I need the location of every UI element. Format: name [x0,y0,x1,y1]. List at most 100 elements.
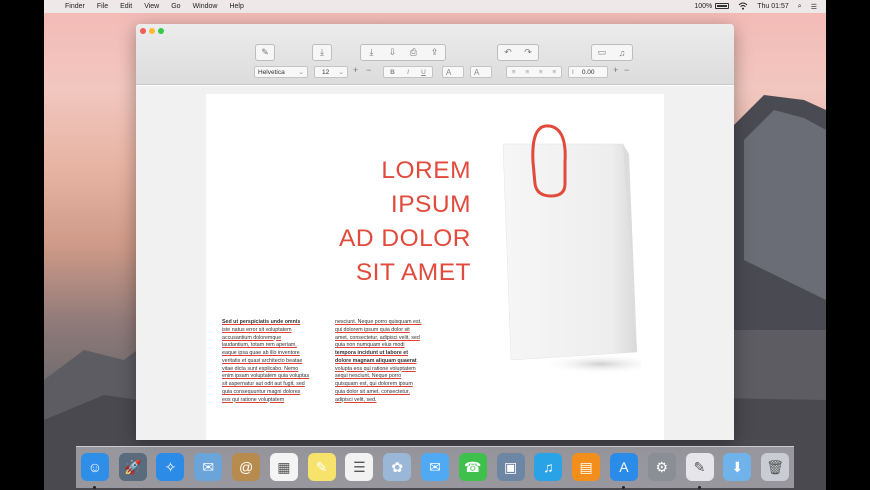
align-right-icon[interactable]: ≡ [539,69,543,76]
download-icon: ⤓ [320,47,324,57]
font-family-select[interactable]: Helvetica ⌄ [254,66,308,78]
body-text-line: eos qui ratione voluptatem [222,396,285,403]
window-toolbar: ✎ ⤓ ⤓ ⇩ ⎙ ⇪ ↶ ↷ ▭ ♫ Helvetica ⌄ 12 ⌄ + −… [136,24,734,85]
body-text-line: qui dolorem ipsum quia dolor sit [335,326,410,333]
menu-go[interactable]: Go [171,3,180,10]
dock: ☺ 🚀 ✧ ✉ @ ▦ ✎ ☰ ✿ ✉ ☎ ▣ ♫ ▤ A ⚙ ✎ ⬇ 🗑 [76,446,794,489]
line-spacing-field[interactable]: I 0.00 [568,66,608,78]
music-icon[interactable]: ♫ [612,48,632,58]
dock-launchpad-icon[interactable]: 🚀 [118,453,147,481]
dock-trash-icon[interactable]: 🗑 [761,453,790,481]
body-text-line: accusantium doloremque [222,334,282,341]
document-canvas[interactable]: LOREM IPSUM AD DOLOR SIT AMET Sed ut per… [136,86,734,440]
media-group: ▭ ♫ [591,44,633,61]
menu-window[interactable]: Window [193,3,218,10]
dock-photos-icon[interactable]: ✿ [383,453,412,481]
app-menu[interactable]: Finder [65,3,85,10]
alignment-group: ≡ ≡ ≡ ≡ [506,66,562,78]
line-spacing-value: 0.00 [581,68,595,76]
dock-itunes-icon[interactable]: ♫ [534,453,563,481]
body-text-column-2: nesciunt. Neque porro quisquam est, qui d… [335,319,430,404]
dock-reminders-icon[interactable]: ☰ [345,453,374,481]
dock-glyph: ✎ [315,458,328,475]
headline-line: AD DOLOR [339,225,471,252]
dock-iphoto-icon[interactable]: ▣ [496,453,525,481]
dock-system-preferences-icon[interactable]: ⚙ [647,453,676,481]
dock-glyph: ♫ [543,459,554,475]
minimize-button[interactable] [149,28,155,34]
headline-line: LOREM [381,157,471,184]
body-text-line: adipisci velit, sed. [335,396,377,403]
font-size-increase-button[interactable]: + [353,65,358,75]
text-color-icon: A [446,67,452,77]
dock-calendar-icon[interactable]: ▦ [269,453,298,481]
export-icon[interactable]: ⇩ [382,47,403,58]
battery-icon[interactable] [715,3,730,10]
dock-textedit-icon[interactable]: ✎ [685,453,714,481]
battery-percentage[interactable]: 100% [694,3,712,10]
share-icon[interactable]: ⇪ [424,47,445,58]
body-text-line: amet, consectetur, adipisci velit, sed [335,334,420,341]
underline-button[interactable]: U [421,69,426,76]
dock-mail-icon[interactable]: ✉ [194,453,223,481]
line-spacing-increase-button[interactable]: + [613,65,618,75]
dock-contacts-icon[interactable]: @ [232,453,261,481]
spotlight-search-icon[interactable]: ⌕ [798,3,802,11]
body-text-line: vitae dicta sunt explicabo. Nemo [222,365,299,372]
dock-app-store-icon[interactable]: A [609,453,638,481]
dock-messages-icon[interactable]: ✉ [421,453,449,481]
chevron-down-icon: ⌄ [298,69,304,76]
text-color-button[interactable]: A [442,66,464,78]
line-spacing-decrease-button[interactable]: − [624,65,629,75]
font-size-decrease-button[interactable]: − [366,65,371,75]
menu-bar: Finder File Edit View Go Window Help 100… [44,0,826,13]
body-text-line: quia non numquam eius modi [335,342,405,349]
close-button[interactable] [140,28,146,34]
dock-facetime-icon[interactable]: ☎ [458,453,487,481]
import-icon[interactable]: ⤓ [361,47,382,58]
dock-safari-icon[interactable]: ✧ [156,453,185,481]
align-justify-icon[interactable]: ≡ [552,69,556,76]
menu-file[interactable]: File [97,3,108,10]
print-icon[interactable]: ⎙ [403,47,424,58]
body-text-line: eaque ipsa quae ab illo inventore [222,350,300,356]
body-text-line: enim ipsam voluptatem quia voluptas [222,373,310,380]
clock[interactable]: Thu 01:57 [757,3,789,10]
body-text-line: dolore magnam aliquam quaerat [335,357,417,364]
history-group: ↶ ↷ [497,44,539,61]
menu-edit[interactable]: Edit [120,3,132,10]
highlight-color-button[interactable]: A [470,66,492,78]
desktop: Finder File Edit View Go Window Help 100… [44,0,826,490]
redo-icon[interactable]: ↷ [518,47,538,58]
notification-center-icon[interactable]: ☰ [811,3,817,11]
dock-glyph: ✉ [429,458,441,475]
bold-button[interactable]: B [390,69,395,76]
dock-glyph: ☰ [353,458,366,475]
dock-glyph: ✎ [693,458,706,475]
menu-help[interactable]: Help [229,3,243,10]
zoom-button[interactable] [158,28,164,34]
italic-button[interactable]: I [407,69,409,76]
align-left-icon[interactable]: ≡ [512,69,516,76]
dock-notes-icon[interactable]: ✎ [307,453,336,481]
font-size-select[interactable]: 12 ⌄ [314,66,348,78]
dock-ibooks-icon[interactable]: ▤ [572,453,601,481]
save-button[interactable]: ⤓ [312,44,332,61]
document-page[interactable]: LOREM IPSUM AD DOLOR SIT AMET Sed ut per… [206,94,664,440]
dock-running-indicator [698,486,702,489]
undo-icon[interactable]: ↶ [498,47,518,58]
file-actions-group: ⤓ ⇩ ⎙ ⇪ [360,44,446,61]
dock-glyph: @ [238,459,254,475]
dock-downloads-icon[interactable]: ⬇ [723,453,752,481]
body-text-line: veritatis et quasi architecto beatae [222,357,303,364]
font-size-value: 12 [322,68,330,76]
dock-glyph: ▤ [579,458,593,475]
image-icon[interactable]: ▭ [592,47,612,58]
align-center-icon[interactable]: ≡ [525,69,529,76]
dock-finder-icon[interactable]: ☺ [80,453,109,481]
body-text-line: volupta eos qui ratione voluptatem [335,365,416,372]
wifi-icon[interactable] [738,2,748,12]
edit-document-button[interactable]: ✎ [255,44,275,61]
body-text-line: laudantium, totam rem aperiam, [222,342,297,349]
menu-view[interactable]: View [144,3,159,10]
